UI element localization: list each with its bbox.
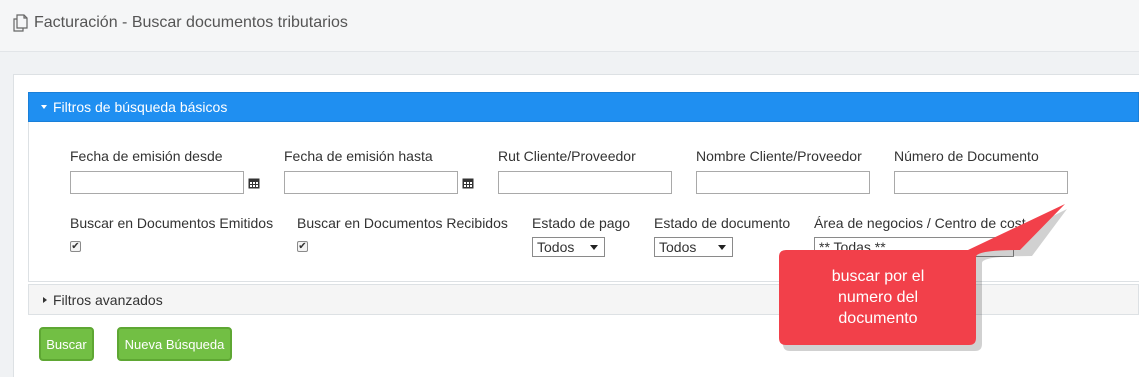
fecha-hasta-label: Fecha de emisión hasta (284, 148, 433, 164)
estado-pago-select[interactable]: Todos (532, 237, 605, 257)
estado-pago-label: Estado de pago (532, 215, 631, 231)
advanced-filters-title: Filtros avanzados (53, 291, 163, 308)
fecha-desde-label: Fecha de emisión desde (70, 148, 223, 164)
calendar-icon[interactable] (248, 177, 260, 189)
fecha-desde-input[interactable] (70, 171, 244, 194)
page-title: Facturación - Buscar documentos tributar… (12, 14, 348, 32)
caret-right-icon (43, 296, 47, 303)
nombre-input[interactable] (696, 171, 870, 194)
recibidos-checkbox[interactable]: ✔ (297, 241, 308, 252)
numero-documento-label: Número de Documento (894, 148, 1039, 164)
nombre-label: Nombre Cliente/Proveedor (696, 148, 862, 164)
fecha-hasta-input[interactable] (284, 171, 458, 194)
emitidos-checkbox[interactable]: ✔ (70, 241, 81, 252)
chevron-down-icon (590, 245, 598, 250)
callout-line-3: documento (838, 310, 918, 327)
numero-documento-input[interactable] (894, 171, 1068, 194)
estado-pago-value: Todos (537, 239, 575, 255)
basic-filters-title: Filtros de búsqueda básicos (53, 99, 228, 115)
callout-line-1: buscar por el (831, 268, 925, 285)
estado-documento-select[interactable]: Todos (654, 237, 733, 257)
callout-text: buscar por el numero del documento (780, 266, 976, 329)
chevron-down-icon (718, 245, 726, 250)
estado-documento-value: Todos (659, 239, 697, 255)
buscar-button[interactable]: Buscar (39, 327, 94, 361)
document-copy-icon (12, 14, 30, 32)
basic-filters-header[interactable]: Filtros de búsqueda básicos (28, 92, 1139, 122)
rut-label: Rut Cliente/Proveedor (498, 148, 636, 164)
nueva-busqueda-button[interactable]: Nueva Búsqueda (117, 327, 232, 361)
rut-input[interactable] (498, 171, 672, 194)
recibidos-label: Buscar en Documentos Recibidos (297, 215, 508, 231)
emitidos-label: Buscar en Documentos Emitidos (70, 215, 274, 231)
callout-line-2: numero del (837, 289, 919, 306)
calendar-icon[interactable] (462, 177, 474, 189)
top-bar: Facturación - Buscar documentos tributar… (0, 0, 1139, 52)
caret-down-icon (41, 105, 47, 109)
page-title-text: Facturación - Buscar documentos tributar… (34, 14, 348, 31)
